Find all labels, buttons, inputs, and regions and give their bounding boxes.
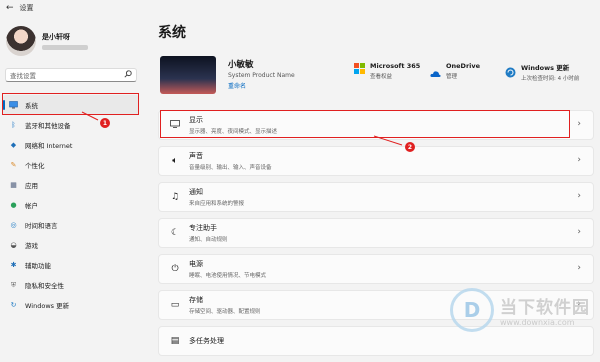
annotation-highlight-display xyxy=(160,110,570,138)
speaker-icon: 🔈︎ xyxy=(172,156,178,166)
rename-link[interactable]: 重命名 xyxy=(228,81,295,90)
cloud-icon xyxy=(430,63,441,77)
window-title: 设置 xyxy=(19,4,34,12)
sidebar-item-gaming[interactable]: ◒ 游戏 xyxy=(3,235,139,255)
settings-card-notifications[interactable]: ♫︎ 通知 来自应用和系统的警报 › xyxy=(158,182,594,212)
microsoft-logo-icon xyxy=(354,63,365,74)
avatar xyxy=(6,26,36,56)
sidebar: 是小轩呀 查找设置 系统 ᛒ 蓝牙和其他设备 ◆ 网络和 Internet ✎ … xyxy=(0,16,150,344)
sidebar-item-accounts[interactable]: ● 帐户 xyxy=(3,195,139,215)
accessibility-icon: ✱ xyxy=(10,261,17,269)
user-profile[interactable]: 是小轩呀 xyxy=(6,26,88,56)
chevron-right-icon: › xyxy=(577,119,581,129)
sidebar-item-bluetooth[interactable]: ᛒ 蓝牙和其他设备 xyxy=(3,115,139,135)
sidebar-item-label: 蓝牙和其他设备 xyxy=(25,122,71,130)
update-icon: ↻ xyxy=(10,301,17,309)
bell-icon: ♫︎ xyxy=(170,192,180,202)
sidebar-item-label: 时间和语言 xyxy=(25,222,58,230)
title-bar: ← 设置 xyxy=(0,0,600,16)
sidebar-item-privacy[interactable]: ⛨ 隐私和安全性 xyxy=(3,275,139,295)
sidebar-item-label: 个性化 xyxy=(25,162,45,170)
apps-icon: ▦ xyxy=(10,181,17,189)
device-model: System Product Name xyxy=(228,72,295,79)
sidebar-item-label: 隐私和安全性 xyxy=(25,282,64,290)
chevron-right-icon: › xyxy=(577,227,581,237)
watermark-text: 当下软件园 xyxy=(500,298,590,318)
profile-email-redacted xyxy=(42,45,88,50)
search-placeholder: 查找设置 xyxy=(10,72,36,80)
sidebar-item-windows-update[interactable]: ↻ Windows 更新 xyxy=(3,295,139,315)
device-thumbnail xyxy=(160,56,216,94)
sidebar-item-personalization[interactable]: ✎ 个性化 xyxy=(3,155,139,175)
profile-name: 是小轩呀 xyxy=(42,33,70,41)
moon-icon: ☾ xyxy=(170,228,180,238)
sidebar-item-time-language[interactable]: ◎ 时间和语言 xyxy=(3,215,139,235)
update-icon xyxy=(505,63,516,78)
bluetooth-icon: ᛒ xyxy=(11,121,16,129)
settings-card-sound[interactable]: 🔈︎ 声音 音量级别、输出、输入、声音设备 › xyxy=(158,146,594,176)
device-summary: 小敏敏 System Product Name 重命名 Microsoft 36… xyxy=(158,54,594,100)
annotation-badge-2: 2 xyxy=(405,142,415,152)
globe-icon: ◎ xyxy=(10,221,17,229)
sidebar-item-label: Windows 更新 xyxy=(25,302,70,310)
watermark: D 当下软件园 www.downxia.com xyxy=(450,288,590,332)
sidebar-item-label: 辅助功能 xyxy=(25,262,51,270)
account-icon: ● xyxy=(10,201,17,209)
wifi-icon: ◆ xyxy=(10,141,17,149)
multitasking-icon: ▤ xyxy=(170,336,180,346)
sidebar-item-accessibility[interactable]: ✱ 辅助功能 xyxy=(3,255,139,275)
watermark-logo: D xyxy=(450,288,494,332)
watermark-url: www.downxia.com xyxy=(500,318,575,327)
quick-link-windows-update[interactable]: Windows 更新 上次检查时间: 4 小时前 xyxy=(505,62,579,82)
chevron-right-icon: › xyxy=(577,155,581,165)
settings-card-power[interactable]: ⏻ 电源 睡眠、电池使用情况、节电模式 › xyxy=(158,254,594,284)
annotation-highlight-system xyxy=(2,93,139,115)
power-icon: ⏻ xyxy=(171,264,179,274)
sidebar-item-label: 游戏 xyxy=(25,242,38,250)
sidebar-item-label: 帐户 xyxy=(25,202,38,210)
quick-link-microsoft365[interactable]: Microsoft 365 查看权益 xyxy=(354,62,420,80)
sidebar-item-label: 应用 xyxy=(25,182,38,190)
storage-icon: ▭ xyxy=(170,300,180,310)
search-icon xyxy=(124,70,132,80)
brush-icon: ✎ xyxy=(10,161,17,169)
sidebar-item-apps[interactable]: ▦ 应用 xyxy=(3,175,139,195)
sidebar-item-label: 网络和 Internet xyxy=(25,142,73,150)
gamepad-icon: ◒ xyxy=(10,241,17,249)
settings-card-focus-assist[interactable]: ☾ 专注助手 通知、自动规则 › xyxy=(158,218,594,248)
search-input[interactable]: 查找设置 xyxy=(5,68,137,82)
quick-link-onedrive[interactable]: OneDrive 管理 xyxy=(430,62,480,80)
chevron-right-icon: › xyxy=(577,263,581,273)
sidebar-item-network[interactable]: ◆ 网络和 Internet xyxy=(3,135,139,155)
page-title: 系统 xyxy=(158,25,186,41)
chevron-right-icon: › xyxy=(577,191,581,201)
device-name: 小敏敏 xyxy=(228,60,254,70)
back-arrow-icon[interactable]: ← xyxy=(6,3,14,13)
shield-icon: ⛨ xyxy=(10,280,17,289)
annotation-arrow-2 xyxy=(373,135,403,146)
annotation-badge-1: 1 xyxy=(100,118,110,128)
sidebar-nav: 系统 ᛒ 蓝牙和其他设备 ◆ 网络和 Internet ✎ 个性化 ▦ 应用 ●… xyxy=(3,95,139,315)
